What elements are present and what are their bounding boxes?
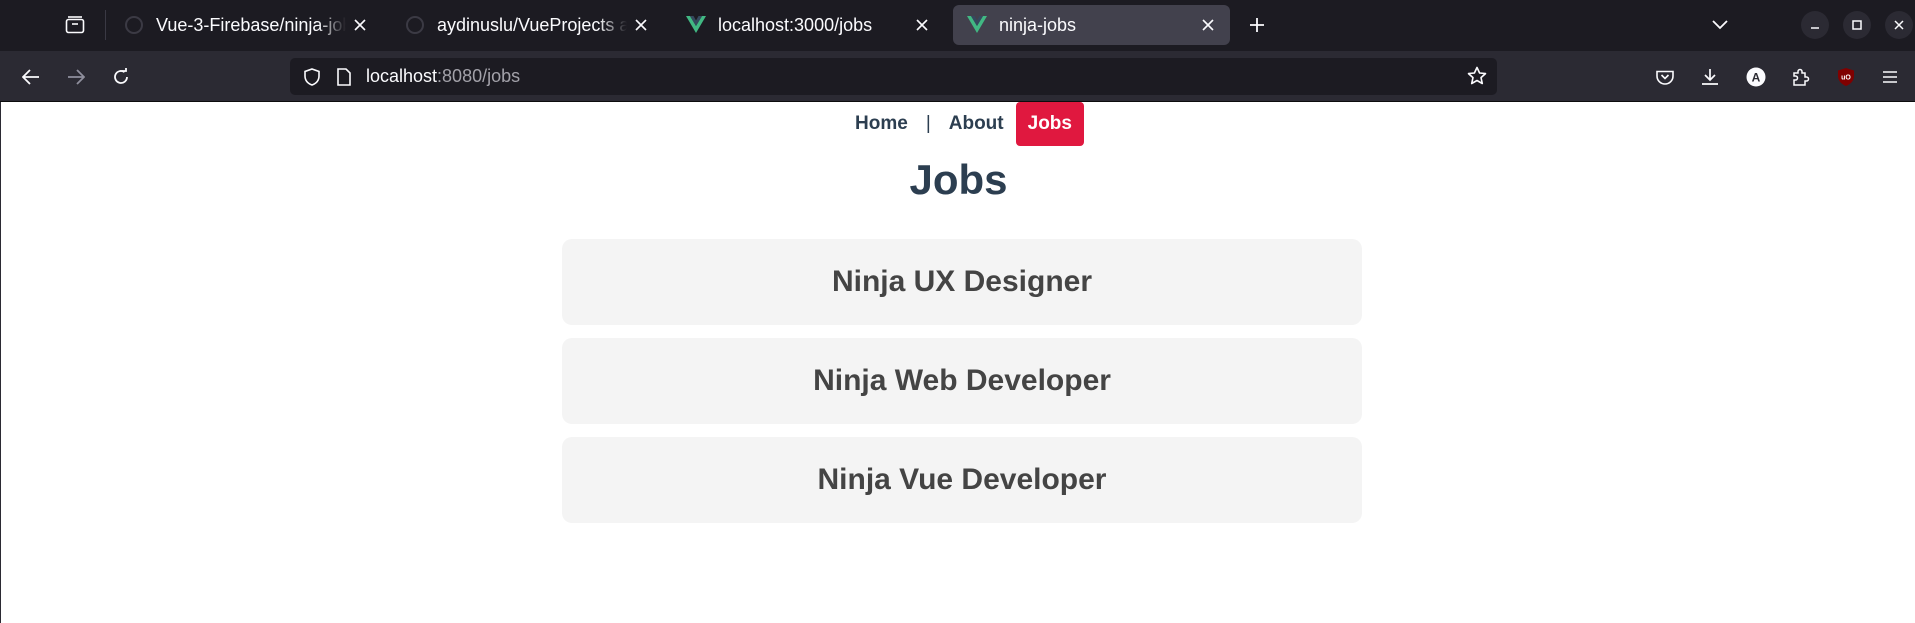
tab-title: localhost:3000/jobs [718, 14, 873, 35]
url-bar[interactable]: localhost:8080/jobs [290, 58, 1497, 95]
close-icon[interactable] [1194, 11, 1222, 39]
list-all-tabs-button[interactable] [1706, 11, 1734, 39]
close-icon [1894, 20, 1904, 30]
minimize-icon [1811, 27, 1819, 29]
ublock-origin-button[interactable]: uO [1830, 61, 1862, 93]
nav-separator: | [925, 113, 931, 134]
navigation-toolbar: localhost:8080/jobs A uO [0, 51, 1915, 102]
close-window-button[interactable] [1885, 11, 1913, 39]
tab-title: aydinuslu/VueProjects at [437, 14, 627, 35]
maximize-button[interactable] [1843, 11, 1871, 39]
bookmark-star-icon[interactable] [1465, 64, 1489, 88]
page-content: Home | About Jobs Jobs Ninja UX Designer… [0, 102, 1915, 623]
job-card[interactable]: Ninja UX Designer [562, 239, 1362, 325]
application-menu-button[interactable] [1874, 61, 1906, 93]
shield-icon[interactable] [300, 65, 324, 89]
tab-strip: Vue-3-Firebase/ninja-jobs aydinuslu/VueP… [0, 0, 1915, 51]
avatar-icon: A [1746, 67, 1766, 87]
minimize-button[interactable] [1801, 11, 1829, 39]
firefox-view-button[interactable] [62, 14, 88, 36]
ublock-shield-icon: uO [1838, 68, 1854, 86]
nav-link-jobs[interactable]: Jobs [1015, 102, 1084, 146]
pocket-button[interactable] [1649, 61, 1681, 93]
github-icon [124, 15, 144, 35]
close-icon[interactable] [346, 11, 374, 39]
arrow-left-icon [22, 69, 39, 85]
job-title[interactable]: Ninja Web Developer [813, 364, 1111, 398]
chevron-down-icon [1712, 20, 1728, 30]
avatar-initial: A [1752, 71, 1761, 85]
back-button[interactable] [15, 61, 47, 93]
vue-icon [967, 15, 987, 35]
tab-separator [105, 10, 106, 40]
tab-title: Vue-3-Firebase/ninja-jobs [156, 14, 346, 35]
downloads-button[interactable] [1694, 61, 1726, 93]
job-card[interactable]: Ninja Vue Developer [562, 437, 1362, 523]
close-icon[interactable] [908, 11, 936, 39]
tab-vueprojects[interactable]: aydinuslu/VueProjects at [391, 5, 663, 45]
reload-button[interactable] [105, 61, 137, 93]
nav-link-home[interactable]: Home [843, 102, 920, 146]
vue-icon [686, 15, 706, 35]
extensions-button[interactable] [1785, 61, 1817, 93]
job-card[interactable]: Ninja Web Developer [562, 338, 1362, 424]
close-icon[interactable] [627, 11, 655, 39]
hamburger-menu-icon [1883, 71, 1897, 83]
url-text[interactable]: localhost:8080/jobs [366, 66, 520, 87]
url-host: localhost [366, 66, 438, 86]
firefox-view-icon [65, 16, 85, 34]
plus-icon [1250, 18, 1264, 32]
page-icon[interactable] [332, 65, 356, 89]
arrow-right-icon [68, 69, 85, 85]
puzzle-icon [1793, 68, 1810, 86]
ublock-label: uO [1841, 75, 1851, 82]
reload-icon [114, 68, 128, 84]
job-title[interactable]: Ninja UX Designer [832, 265, 1092, 299]
tab-vue-3-firebase[interactable]: Vue-3-Firebase/ninja-jobs [110, 5, 382, 45]
tab-localhost-3000[interactable]: localhost:3000/jobs [672, 5, 944, 45]
job-list: Ninja UX Designer Ninja Web Developer Ni… [562, 239, 1362, 536]
url-path: :8080/jobs [437, 66, 521, 86]
forward-button[interactable] [60, 61, 92, 93]
github-icon [405, 15, 425, 35]
job-title[interactable]: Ninja Vue Developer [818, 463, 1107, 497]
download-icon [1702, 69, 1718, 85]
account-button[interactable]: A [1740, 61, 1772, 93]
tab-ninja-jobs[interactable]: ninja-jobs [953, 5, 1230, 45]
page-title: Jobs [909, 156, 1008, 203]
app-nav: Home | About Jobs [1, 102, 1915, 146]
nav-link-about[interactable]: About [937, 102, 1016, 146]
new-tab-button[interactable] [1243, 11, 1271, 39]
tab-title: ninja-jobs [999, 14, 1077, 35]
maximize-icon [1852, 20, 1862, 30]
pocket-icon [1656, 70, 1674, 85]
